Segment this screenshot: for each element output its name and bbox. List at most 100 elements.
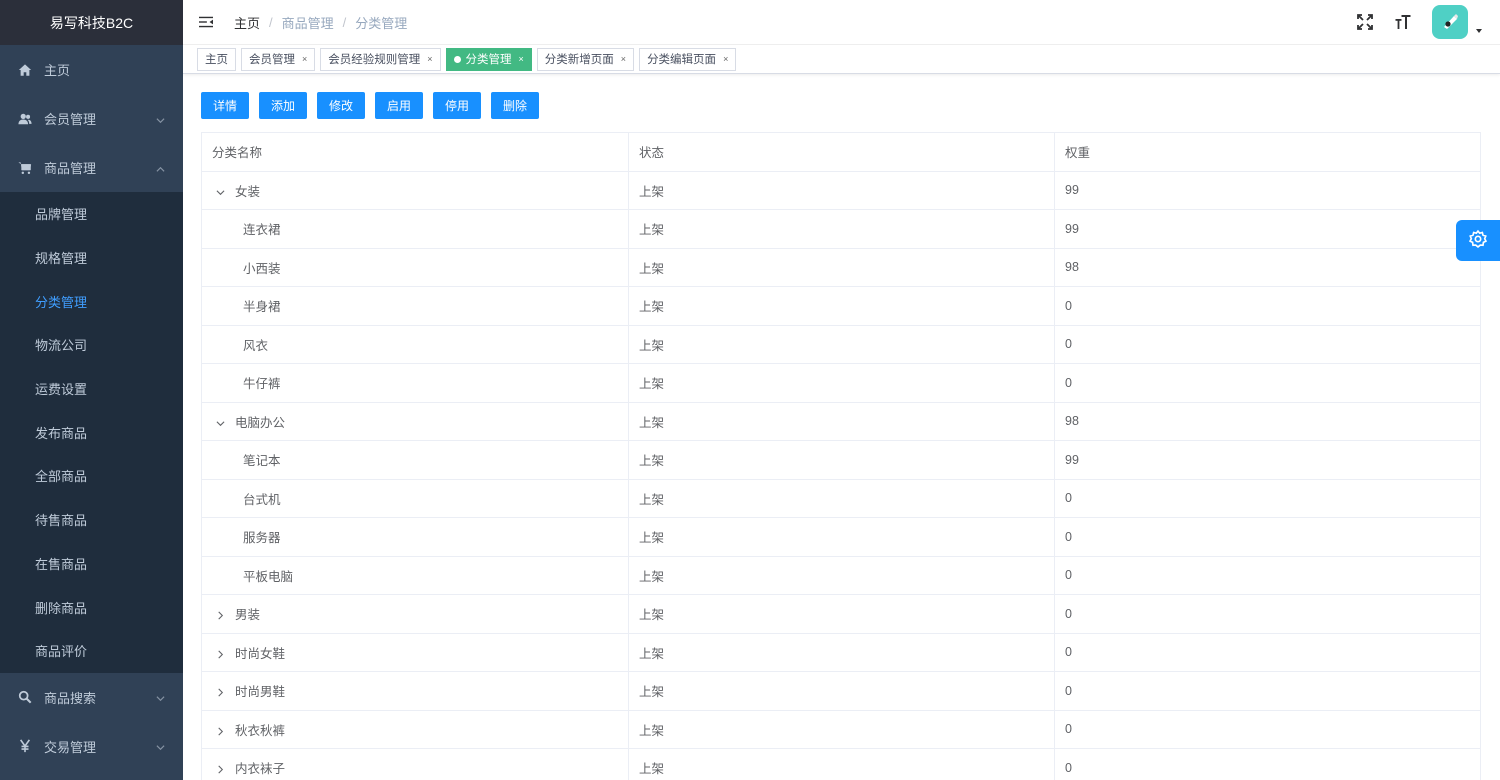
chevron-down-icon[interactable]	[216, 419, 226, 428]
hamburger-icon[interactable]	[199, 15, 213, 29]
category-name-text: 笔记本	[243, 454, 281, 469]
chevron-right-icon[interactable]	[216, 611, 226, 620]
breadcrumb-current: 分类管理	[355, 15, 408, 31]
tag-home[interactable]: 主页	[197, 47, 236, 71]
sidebar-subitem[interactable]: 物流公司	[0, 323, 183, 367]
caret-down-icon[interactable]	[1476, 29, 1482, 33]
main-area: 主页 / 商品管理 / 分类管理 主页 会员管理 × 会员经验规则管理 × 分类…	[183, 0, 1500, 780]
chevron-right-icon[interactable]	[216, 650, 226, 659]
cell-category-name: 男装	[201, 594, 629, 634]
chevron-right-icon[interactable]	[216, 727, 226, 736]
cell-weight: 0	[1054, 555, 1481, 595]
breadcrumb-home[interactable]: 主页	[234, 13, 260, 32]
fullscreen-icon[interactable]	[1356, 13, 1374, 31]
table-row[interactable]: 电脑办公 上架 98	[201, 401, 1481, 441]
table-row[interactable]: 男装 上架 0	[201, 594, 1481, 634]
sidebar-subitem[interactable]: 商品评价	[0, 629, 183, 673]
sidebar-subitem[interactable]: 规格管理	[0, 236, 183, 280]
table-row[interactable]: 牛仔裤 上架 0	[201, 363, 1481, 403]
table-row[interactable]: 时尚男鞋 上架 0	[201, 671, 1481, 711]
table-row[interactable]: 时尚女鞋 上架 0	[201, 632, 1481, 672]
sidebar-item-products[interactable]: 商品管理	[0, 143, 183, 192]
active-dot-icon	[453, 55, 461, 63]
tag-category-edit[interactable]: 分类编辑页面 ×	[639, 47, 737, 71]
table-row[interactable]: 内衣袜子 上架 0	[201, 748, 1481, 780]
close-icon[interactable]: ×	[427, 54, 432, 64]
table-row[interactable]: 小西装 上架 98	[201, 247, 1481, 287]
sidebar-subitem[interactable]: 全部商品	[0, 454, 183, 498]
table-row[interactable]: 连衣裙 上架 99	[201, 209, 1481, 249]
column-header-name: 分类名称	[201, 132, 629, 172]
sidebar-item-trade[interactable]: 交易管理	[0, 722, 183, 771]
table-row[interactable]: 笔记本 上架 99	[201, 440, 1481, 480]
app-title: 易写科技B2C	[0, 0, 183, 45]
table-row[interactable]: 风衣 上架 0	[201, 324, 1481, 364]
products-submenu: 品牌管理 规格管理 分类管理 物流公司 运费设置 发布商品 全部商品 待售商品 …	[0, 192, 183, 673]
tag-member-exp-rules[interactable]: 会员经验规则管理 ×	[320, 47, 441, 71]
category-name-text: 秋衣秋裤	[235, 723, 286, 738]
sidebar-subitem[interactable]: 删除商品	[0, 585, 183, 629]
close-icon[interactable]: ×	[621, 54, 626, 64]
cell-status: 上架	[628, 363, 1055, 403]
sidebar-subitem[interactable]: 发布商品	[0, 410, 183, 454]
table-header-row: 分类名称 状态 权重	[201, 132, 1481, 172]
detail-button[interactable]: 详情	[201, 92, 249, 119]
sidebar-subitem[interactable]: 品牌管理	[0, 192, 183, 236]
sidebar-item-home[interactable]: 主页	[0, 45, 183, 94]
chevron-down-icon[interactable]	[216, 188, 226, 197]
cell-weight: 0	[1054, 324, 1481, 364]
search-icon	[18, 690, 32, 704]
chevron-right-icon[interactable]	[216, 688, 226, 697]
settings-button[interactable]	[1456, 220, 1500, 261]
add-button[interactable]: 添加	[259, 92, 307, 119]
table-row[interactable]: 台式机 上架 0	[201, 478, 1481, 518]
category-name-text: 连衣裙	[243, 223, 281, 238]
breadcrumb-products[interactable]: 商品管理	[282, 13, 334, 32]
cell-category-name: 女装	[201, 170, 629, 210]
sidebar-item-members[interactable]: 会员管理	[0, 94, 183, 143]
tag-members[interactable]: 会员管理 ×	[241, 47, 316, 71]
table-row[interactable]: 半身裙 上架 0	[201, 286, 1481, 326]
close-icon[interactable]: ×	[302, 54, 307, 64]
edit-button[interactable]: 修改	[317, 92, 365, 119]
sidebar-subitem[interactable]: 运费设置	[0, 367, 183, 411]
category-name-text: 服务器	[243, 531, 281, 546]
category-name-text: 女装	[235, 184, 261, 199]
table-row[interactable]: 平板电脑 上架 0	[201, 555, 1481, 595]
cell-category-name: 服务器	[201, 517, 629, 557]
delete-button[interactable]: 删除	[491, 92, 539, 119]
sidebar-item-product-search[interactable]: 商品搜索	[0, 673, 183, 722]
avatar[interactable]	[1432, 5, 1468, 39]
cell-weight: 0	[1054, 286, 1481, 326]
column-header-weight: 权重	[1054, 132, 1481, 172]
breadcrumb-separator: /	[342, 14, 347, 30]
cell-status: 上架	[628, 517, 1055, 557]
sidebar-subitem[interactable]: 在售商品	[0, 542, 183, 586]
cell-status: 上架	[628, 632, 1055, 672]
category-name-text: 电脑办公	[235, 415, 286, 430]
cell-category-name: 笔记本	[201, 440, 629, 480]
close-icon[interactable]: ×	[519, 54, 524, 64]
sidebar-item-label: 商品搜索	[44, 690, 97, 706]
enable-button[interactable]: 启用	[375, 92, 423, 119]
font-size-icon[interactable]	[1394, 13, 1412, 31]
disable-button[interactable]: 停用	[433, 92, 481, 119]
sidebar-subitem[interactable]: 待售商品	[0, 498, 183, 542]
chevron-right-icon[interactable]	[216, 765, 226, 774]
chevron-down-icon	[156, 113, 165, 123]
tag-label: 分类编辑页面	[647, 54, 717, 66]
table-row[interactable]: 秋衣秋裤 上架 0	[201, 709, 1481, 749]
cell-category-name: 电脑办公	[201, 401, 629, 441]
table-row[interactable]: 女装 上架 99	[201, 170, 1481, 210]
cell-status: 上架	[628, 440, 1055, 480]
cell-status: 上架	[628, 209, 1055, 249]
cell-weight: 98	[1054, 247, 1481, 287]
cell-status: 上架	[628, 748, 1055, 780]
category-name-text: 时尚男鞋	[235, 685, 286, 700]
table-row[interactable]: 服务器 上架 0	[201, 517, 1481, 557]
close-icon[interactable]: ×	[723, 54, 728, 64]
cell-status: 上架	[628, 247, 1055, 287]
sidebar-subitem-active[interactable]: 分类管理	[0, 279, 183, 323]
tag-category-add[interactable]: 分类新增页面 ×	[536, 47, 635, 71]
tag-category-management[interactable]: 分类管理 ×	[445, 47, 532, 71]
